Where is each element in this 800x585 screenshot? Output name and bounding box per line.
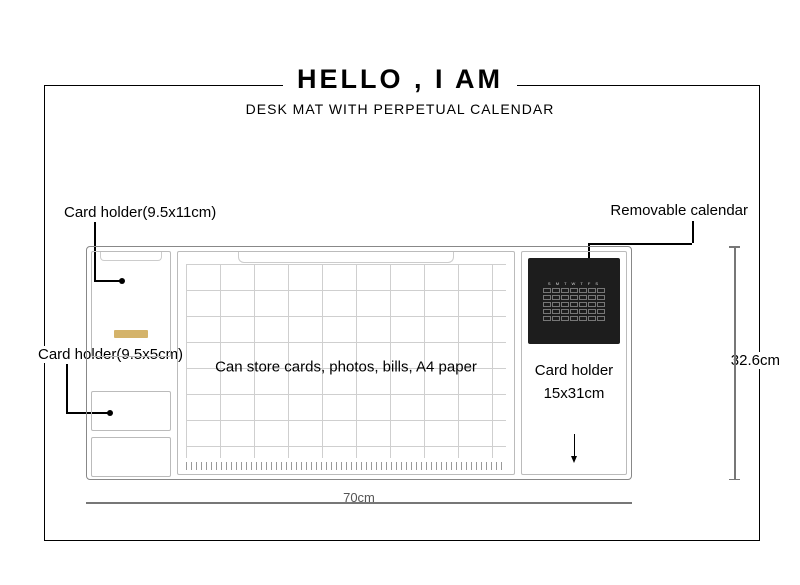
product-subtitle: DESK MAT WITH PERPETUAL CALENDAR: [0, 101, 800, 117]
card-holder-9-5x11: [91, 251, 171, 357]
headline: HELLO , I AM DESK MAT WITH PERPETUAL CAL…: [0, 64, 800, 117]
left-card-column: [91, 251, 171, 475]
desk-mat-outline: Can store cards, photos, bills, A4 paper…: [86, 246, 632, 480]
label-removable-calendar: Removable calendar: [606, 202, 752, 219]
right-card-column: S M T W T F S Card holder 15x31cm: [521, 251, 627, 475]
perpetual-calendar: S M T W T F S: [528, 258, 620, 344]
width-dimension: 70cm: [86, 494, 632, 514]
product-title: HELLO , I AM: [283, 64, 517, 95]
label-card-holder-top: Card holder(9.5x11cm): [60, 204, 220, 221]
center-writing-area: Can store cards, photos, bills, A4 paper: [177, 251, 515, 475]
right-card-holder-label: Card holder 15x31cm: [522, 360, 626, 405]
height-dimension-bar: [726, 246, 746, 480]
right-card-holder-line2: 15x31cm: [522, 383, 626, 406]
calendar-day-header: S M T W T F S: [548, 281, 600, 286]
card-holder-9-5x5-a: [91, 391, 171, 431]
card-holder-9-5x5-b: [91, 437, 171, 477]
center-note: Can store cards, photos, bills, A4 paper: [178, 359, 514, 376]
right-card-holder-line1: Card holder: [522, 360, 626, 383]
width-value: 70cm: [86, 490, 632, 505]
ruler-strip: [186, 462, 506, 470]
